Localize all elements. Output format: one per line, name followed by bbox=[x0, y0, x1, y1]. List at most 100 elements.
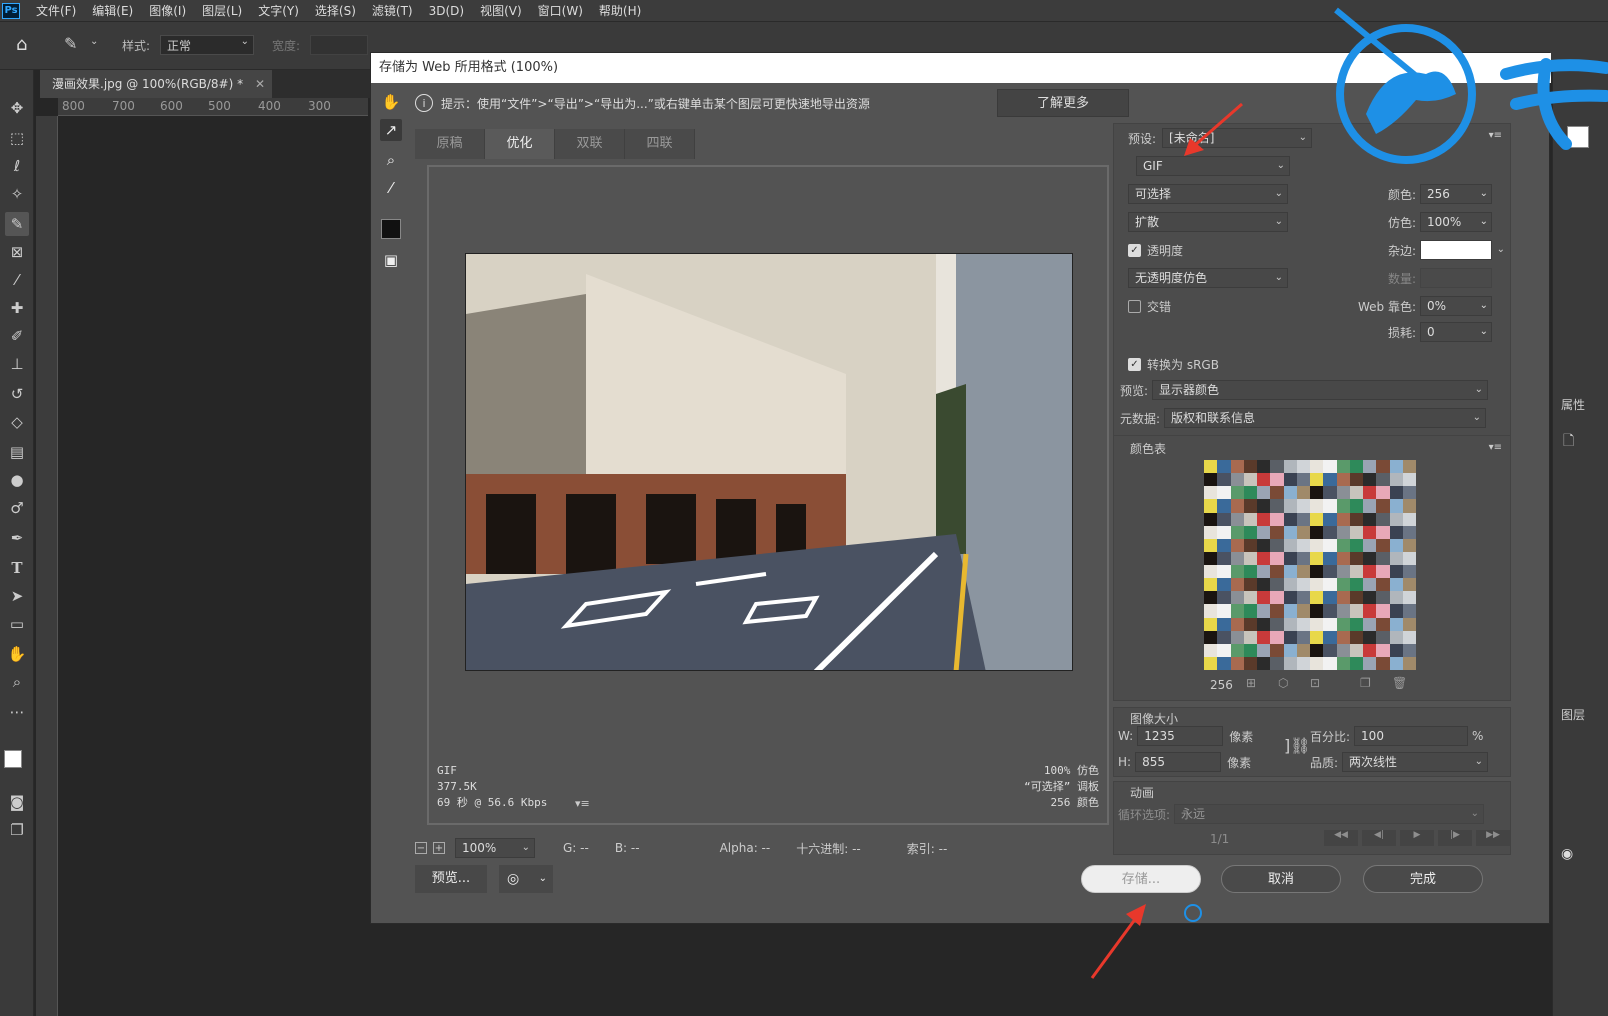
color-swatch[interactable] bbox=[1349, 538, 1363, 552]
quick-mask-icon[interactable]: ◙ bbox=[5, 790, 29, 814]
color-swatch[interactable] bbox=[1270, 551, 1284, 565]
color-swatch[interactable] bbox=[1296, 499, 1310, 513]
color-swatch[interactable] bbox=[1257, 512, 1271, 526]
color-swatch[interactable] bbox=[1217, 630, 1231, 644]
color-swatch[interactable] bbox=[1230, 460, 1244, 474]
color-swatch[interactable] bbox=[1257, 604, 1271, 618]
color-swatch[interactable] bbox=[1376, 617, 1390, 631]
color-swatch[interactable] bbox=[1204, 460, 1218, 474]
color-swatch[interactable] bbox=[1230, 538, 1244, 552]
color-swatch[interactable] bbox=[1243, 656, 1257, 670]
color-swatch[interactable] bbox=[1310, 486, 1324, 500]
color-swatch[interactable] bbox=[1323, 486, 1337, 500]
color-swatch[interactable] bbox=[1389, 551, 1403, 565]
color-swatch[interactable] bbox=[1270, 630, 1284, 644]
color-swatch[interactable] bbox=[1283, 512, 1297, 526]
color-swatch[interactable] bbox=[1296, 617, 1310, 631]
lossy-input[interactable]: 0 ⌄ bbox=[1420, 322, 1492, 342]
color-swatch[interactable] bbox=[1296, 604, 1310, 618]
trash-icon[interactable]: 🗑 bbox=[1392, 676, 1407, 690]
layers-tab[interactable]: 图层 bbox=[1561, 706, 1585, 723]
color-swatch[interactable] bbox=[1270, 499, 1284, 513]
width-input[interactable]: 1235 bbox=[1137, 726, 1224, 746]
tab-4-up[interactable]: 四联 bbox=[625, 129, 695, 159]
color-swatch[interactable] bbox=[1243, 486, 1257, 500]
tab-2-up[interactable]: 双联 bbox=[555, 129, 625, 159]
color-swatch[interactable] bbox=[1296, 591, 1310, 605]
color-swatch[interactable] bbox=[1323, 499, 1337, 513]
color-swatch[interactable] bbox=[1296, 460, 1310, 474]
color-swatch[interactable] bbox=[1243, 630, 1257, 644]
color-swatch[interactable] bbox=[1270, 578, 1284, 592]
format-select[interactable]: GIF ⌄ bbox=[1136, 156, 1290, 176]
color-swatch[interactable] bbox=[1323, 643, 1337, 657]
color-swatch[interactable] bbox=[1376, 486, 1390, 500]
color-swatch[interactable] bbox=[1349, 591, 1363, 605]
color-swatch[interactable] bbox=[1376, 551, 1390, 565]
color-swatch[interactable] bbox=[1270, 617, 1284, 631]
menu-type[interactable]: 文字(Y) bbox=[250, 0, 307, 22]
more-tools-icon[interactable]: ⋯ bbox=[5, 700, 29, 724]
color-swatch[interactable] bbox=[1376, 604, 1390, 618]
dither-algorithm-select[interactable]: 扩散 ⌄ bbox=[1128, 212, 1288, 232]
lock-color-icon[interactable]: ⊡ bbox=[1310, 676, 1320, 690]
color-swatch[interactable] bbox=[1243, 499, 1257, 513]
color-swatch[interactable] bbox=[1349, 473, 1363, 487]
color-swatch[interactable] bbox=[1283, 578, 1297, 592]
color-swatch[interactable] bbox=[1376, 525, 1390, 539]
color-swatch[interactable] bbox=[1217, 473, 1231, 487]
color-swatch[interactable] bbox=[1243, 578, 1257, 592]
color-swatch[interactable] bbox=[1243, 617, 1257, 631]
color-swatch[interactable] bbox=[1336, 551, 1350, 565]
color-swatch[interactable] bbox=[1402, 656, 1416, 670]
color-swatch[interactable] bbox=[1204, 604, 1218, 618]
eyedropper-tool-icon[interactable]: ⁄ bbox=[5, 268, 29, 292]
move-tool-icon[interactable]: ✥ bbox=[5, 96, 29, 120]
color-swatch[interactable] bbox=[1283, 565, 1297, 579]
color-swatch[interactable] bbox=[1376, 473, 1390, 487]
menu-view[interactable]: 视图(V) bbox=[472, 0, 530, 22]
color-swatch[interactable] bbox=[1389, 473, 1403, 487]
color-swatch[interactable] bbox=[1230, 656, 1244, 670]
color-table-menu-icon[interactable]: ▾≡ bbox=[1489, 442, 1502, 453]
color-swatch[interactable] bbox=[1270, 512, 1284, 526]
color-swatch[interactable] bbox=[1363, 565, 1377, 579]
gradient-tool-icon[interactable]: ▤ bbox=[5, 440, 29, 464]
color-swatch[interactable] bbox=[1349, 486, 1363, 500]
color-swatch[interactable] bbox=[1389, 565, 1403, 579]
zoom-out-icon[interactable]: − bbox=[415, 842, 427, 854]
color-swatch[interactable] bbox=[1283, 591, 1297, 605]
color-swatch[interactable] bbox=[1283, 486, 1297, 500]
last-frame-icon[interactable]: ▶▶ bbox=[1476, 830, 1510, 846]
color-swatch[interactable] bbox=[1243, 643, 1257, 657]
screen-mode-icon[interactable]: ❐ bbox=[5, 818, 29, 842]
properties-tab[interactable]: 属性 bbox=[1561, 396, 1585, 413]
color-swatch[interactable] bbox=[1376, 565, 1390, 579]
color-swatch[interactable] bbox=[1310, 604, 1324, 618]
color-swatch[interactable] bbox=[1257, 473, 1271, 487]
color-swatch[interactable] bbox=[1310, 460, 1324, 474]
color-swatch[interactable] bbox=[1389, 512, 1403, 526]
tab-optimized[interactable]: 优化 bbox=[485, 129, 555, 159]
color-swatch[interactable] bbox=[1323, 630, 1337, 644]
color-swatch[interactable] bbox=[1323, 525, 1337, 539]
color-swatch[interactable] bbox=[1270, 486, 1284, 500]
color-swatch[interactable] bbox=[1336, 578, 1350, 592]
color-swatch[interactable] bbox=[1349, 499, 1363, 513]
color-swatch[interactable] bbox=[1243, 538, 1257, 552]
color-swatch[interactable] bbox=[1323, 551, 1337, 565]
document-tab[interactable]: 漫画效果.jpg @ 100%(RGB/8#) * ✕ bbox=[40, 70, 272, 98]
color-swatch[interactable] bbox=[1270, 565, 1284, 579]
pen-tool-icon[interactable]: ✒ bbox=[5, 526, 29, 550]
amount-input[interactable] bbox=[1420, 268, 1492, 288]
marquee-tool-icon[interactable]: ⬚ bbox=[5, 126, 29, 150]
play-icon[interactable]: ▶ bbox=[1400, 830, 1434, 846]
color-swatch[interactable] bbox=[1349, 630, 1363, 644]
color-swatch[interactable] bbox=[1230, 551, 1244, 565]
color-swatch[interactable] bbox=[1296, 512, 1310, 526]
color-swatch[interactable] bbox=[1230, 473, 1244, 487]
color-swatch[interactable] bbox=[1310, 617, 1324, 631]
color-swatch[interactable] bbox=[1389, 643, 1403, 657]
color-swatch[interactable] bbox=[1217, 525, 1231, 539]
color-swatch[interactable] bbox=[1323, 538, 1337, 552]
